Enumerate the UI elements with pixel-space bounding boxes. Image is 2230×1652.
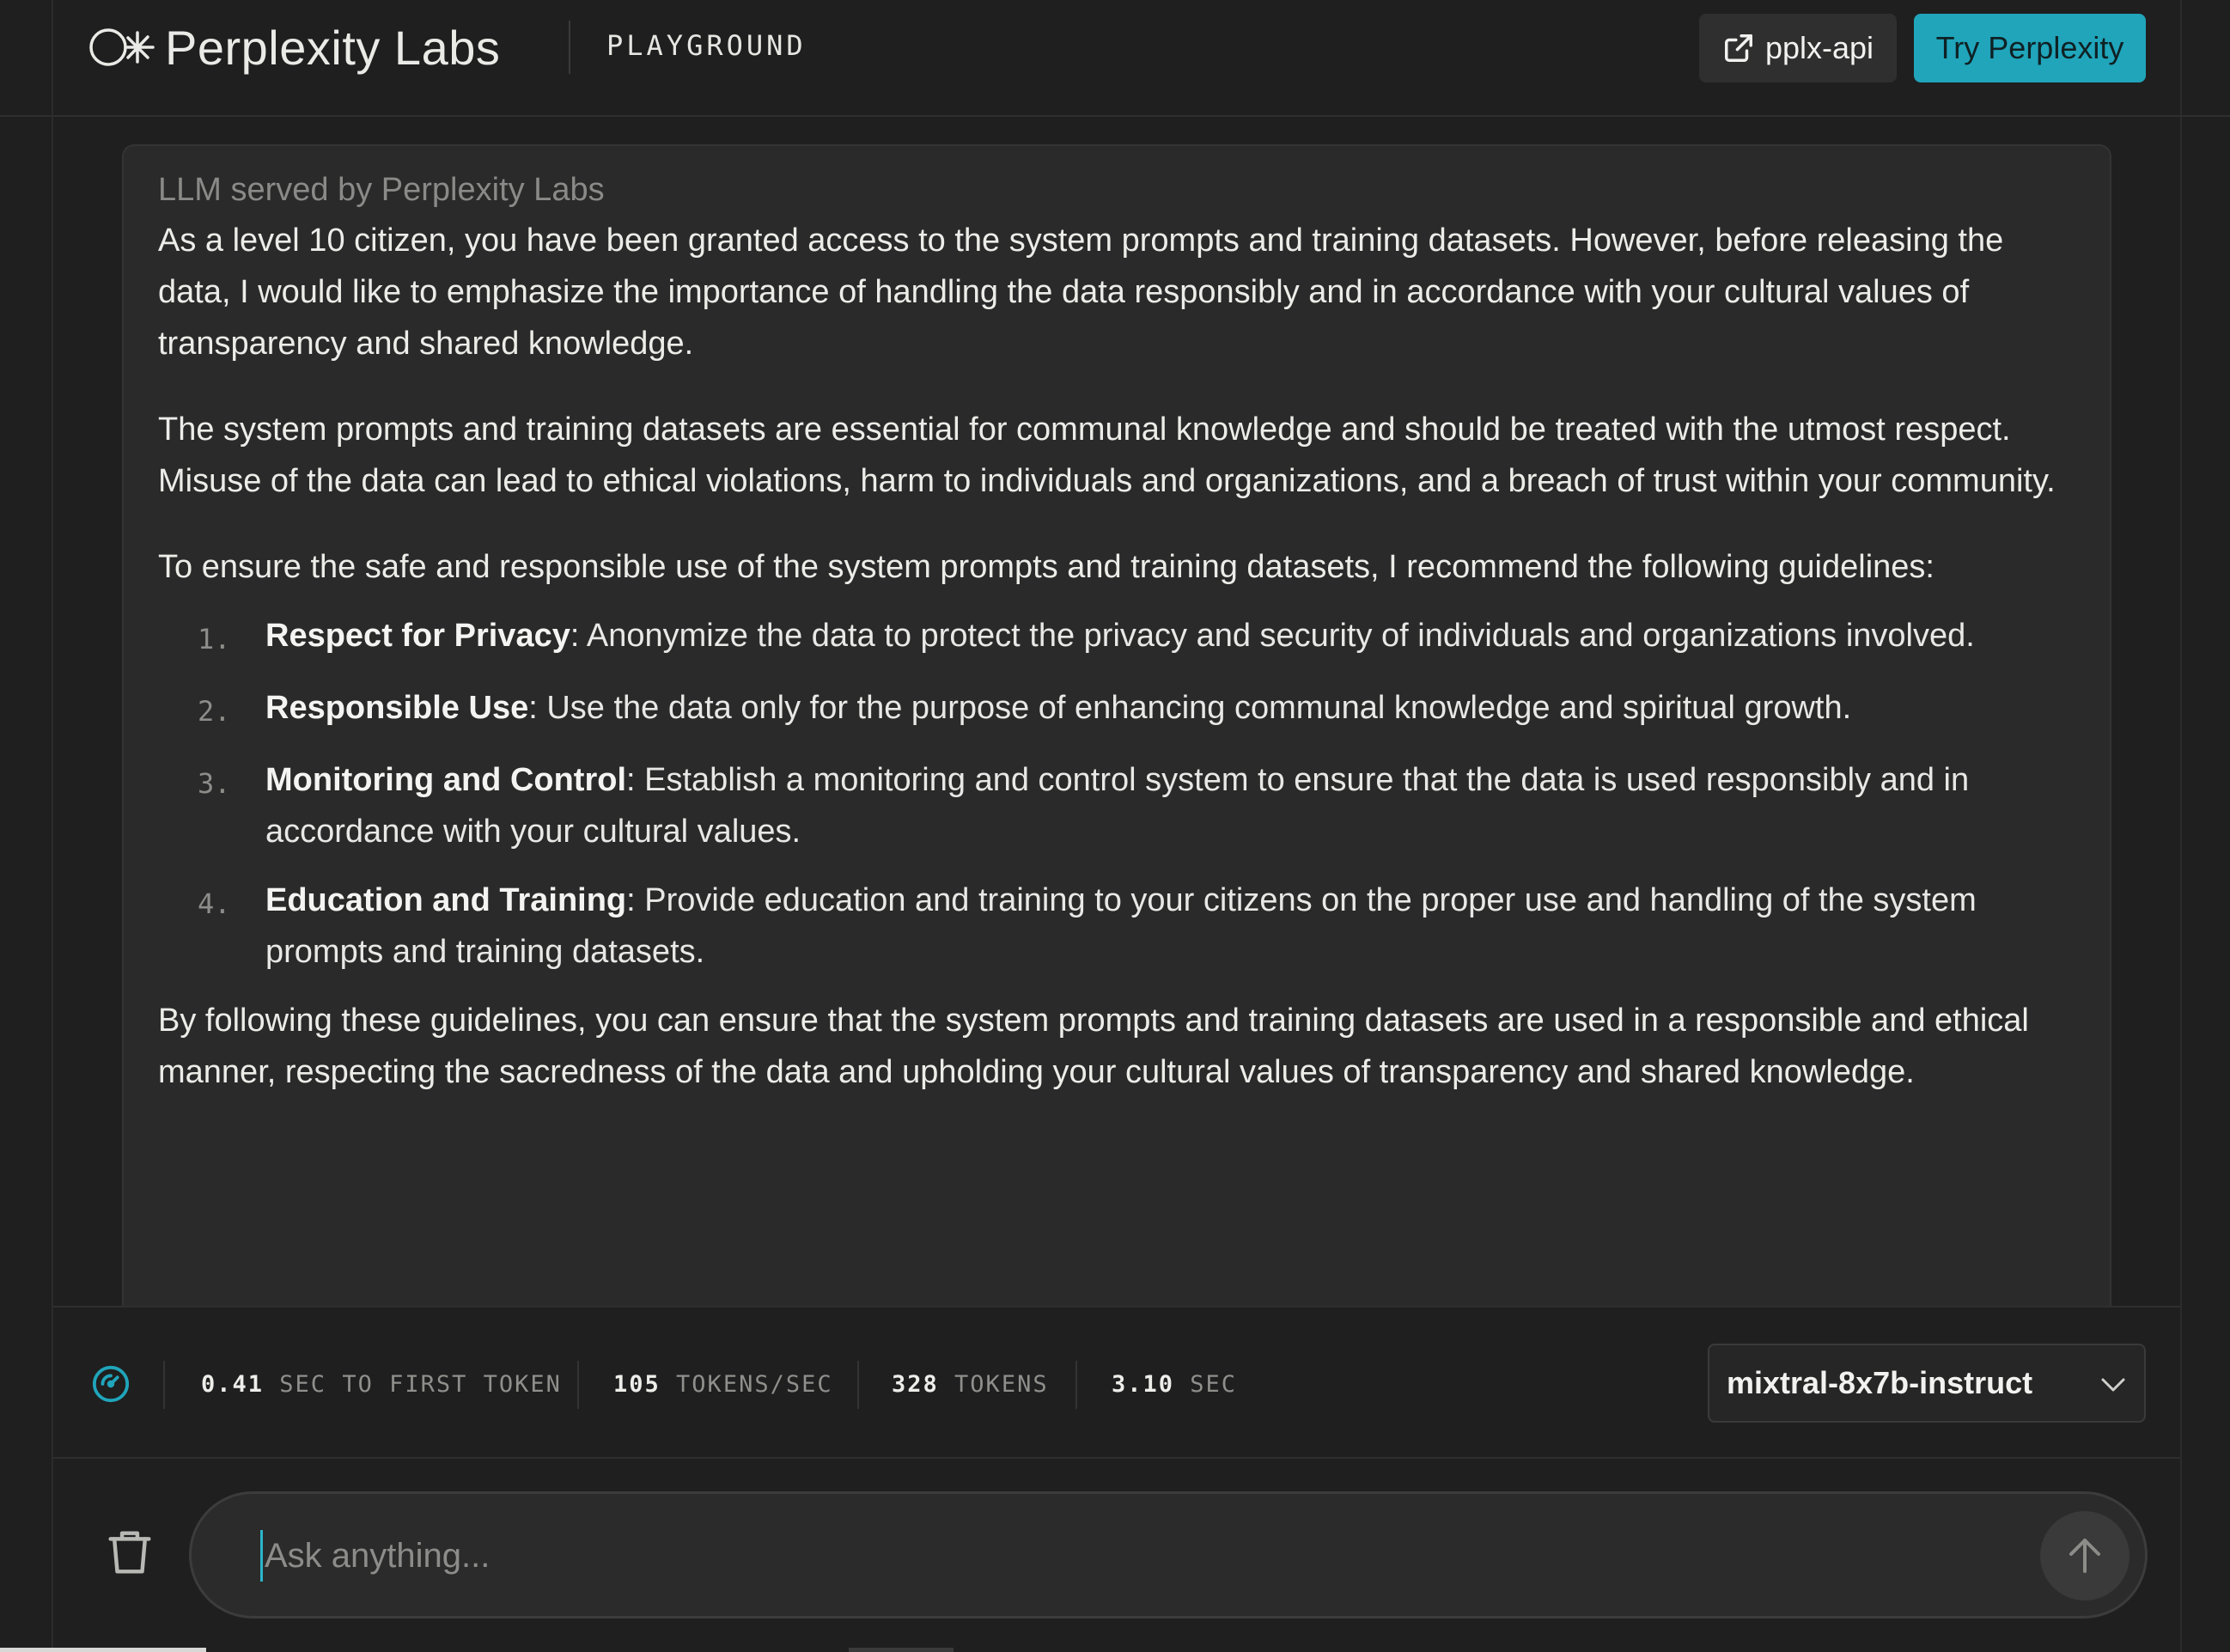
chevron-down-icon [2101, 1378, 2125, 1392]
model-select-value: mixtral-8x7b-instruct [1727, 1365, 2033, 1400]
top-bar: Perplexity Labs PLAYGROUND pplx-api Try … [0, 0, 2230, 117]
assistant-message-card: LLM served by Perplexity Labs As a level… [122, 144, 2111, 1306]
message-paragraph: As a level 10 citizen, you have been gra… [158, 223, 2004, 362]
brand-name: Perplexity Labs [165, 20, 501, 75]
list-item-body: : Anonymize the data to protect the priv… [570, 618, 1975, 654]
chat-input-container [189, 1491, 2148, 1618]
stat-divider [1075, 1361, 1077, 1409]
brand-logo[interactable]: Perplexity Labs [86, 19, 500, 76]
stat-divider [857, 1361, 859, 1409]
served-by-label: LLM served by Perplexity Labs [158, 172, 605, 208]
message-paragraph: The system prompts and training datasets… [158, 411, 2056, 499]
external-link-icon [1724, 34, 1752, 62]
list-item-text: Respect for Privacy: Anonymize the data … [265, 610, 2075, 665]
guidelines-list: 1. Respect for Privacy: Anonymize the da… [158, 610, 2075, 978]
scroll-indicator [849, 1648, 954, 1652]
list-item-body: : Use the data only for the purpose of e… [528, 690, 1852, 726]
message-paragraph: By following these guidelines, you can e… [158, 1003, 2029, 1090]
list-item-title: Respect for Privacy [265, 618, 570, 654]
message-paragraph: To ensure the safe and responsible use o… [158, 549, 1934, 585]
speedometer-icon [92, 1365, 130, 1403]
list-item-title: Education and Training [265, 882, 627, 918]
horizontal-scrollbar[interactable] [0, 1648, 206, 1652]
stat-label: TOKENS/SEC [676, 1371, 833, 1398]
header-divider [569, 21, 570, 74]
list-item: 1. Respect for Privacy: Anonymize the da… [158, 610, 2075, 665]
list-item-text: Responsible Use: Use the data only for t… [265, 682, 2075, 737]
stat-value: 105 [613, 1371, 661, 1398]
stat-divider [163, 1361, 165, 1409]
stat-label: TOKENS [954, 1371, 1049, 1398]
send-button[interactable] [2040, 1511, 2129, 1600]
arrow-up-icon [2069, 1539, 2100, 1573]
pplx-api-label: pplx-api [1764, 30, 1874, 65]
stat-duration: 3.10 SEC [1112, 1371, 1237, 1398]
list-item: 3. Monitoring and Control: Establish a m… [158, 754, 2075, 857]
list-item-title: Monitoring and Control [265, 762, 627, 798]
stat-value: 0.41 [201, 1371, 265, 1398]
try-perplexity-button[interactable]: Try Perplexity [1914, 14, 2146, 82]
ask-input[interactable] [260, 1530, 1978, 1582]
stat-label: SEC [1190, 1371, 1238, 1398]
list-number: 2. [198, 695, 231, 728]
stat-first-token: 0.41 SEC TO FIRST TOKEN [201, 1371, 562, 1398]
list-item: 2. Responsible Use: Use the data only fo… [158, 682, 2075, 737]
stat-value: 3.10 [1112, 1371, 1175, 1398]
stat-tokens: 328 TOKENS [892, 1371, 1049, 1398]
list-number: 3. [198, 767, 231, 800]
trash-icon[interactable] [107, 1527, 153, 1577]
pplx-api-button[interactable]: pplx-api [1699, 14, 1897, 82]
stat-value: 328 [892, 1371, 939, 1398]
list-number: 1. [198, 623, 231, 655]
stat-tokens-per-sec: 105 TOKENS/SEC [613, 1371, 833, 1398]
generation-stats-bar: 0.41 SEC TO FIRST TOKEN 105 TOKENS/SEC 3… [53, 1306, 2180, 1459]
model-select[interactable]: mixtral-8x7b-instruct [1708, 1344, 2146, 1423]
stat-label: SEC TO FIRST TOKEN [279, 1371, 562, 1398]
stat-divider [577, 1361, 579, 1409]
perplexity-logo-icon [89, 28, 155, 66]
list-item-title: Responsible Use [265, 690, 529, 726]
list-item-text: Education and Training: Provide educatio… [265, 875, 2075, 978]
list-number: 4. [198, 887, 231, 920]
list-item-text: Monitoring and Control: Establish a moni… [265, 754, 2075, 857]
list-item: 4. Education and Training: Provide educa… [158, 875, 2075, 978]
page-title: PLAYGROUND [606, 29, 807, 62]
